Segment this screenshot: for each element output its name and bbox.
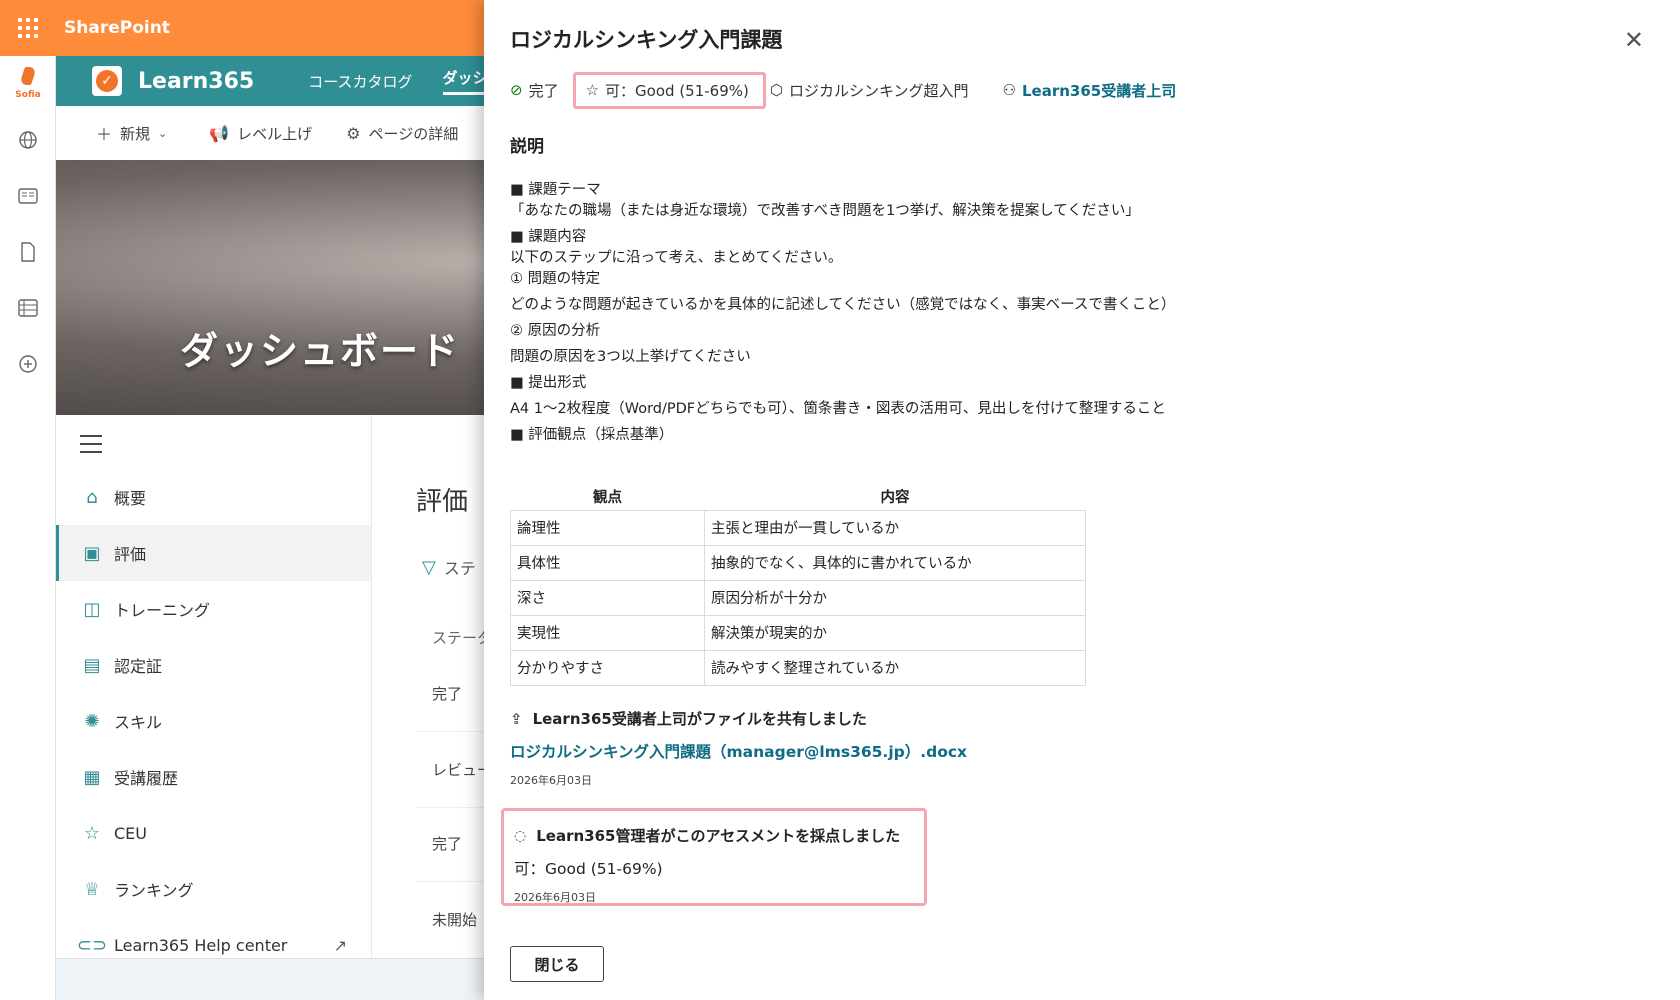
nav-item-training[interactable]: ◫ トレーニング [56, 581, 371, 637]
row-status: 未開始 [432, 911, 478, 929]
share-date: 2026年6月03日 [510, 774, 592, 787]
globe-icon [19, 131, 37, 149]
assessment-meta: ⊘ 完了 ☆ 可：Good (51-69%) ⬡ ロジカルシンキング超入門 ⚇ … [510, 70, 1196, 110]
shared-file-link[interactable]: ロジカルシンキング入門課題（manager@lms365.jp）.docx [510, 740, 967, 762]
rail-sites-button[interactable] [0, 112, 56, 168]
add-circle-icon [19, 355, 37, 373]
file-icon [21, 242, 35, 262]
assessment-detail-panel: ロジカルシンキング入門課題 ✕ ⊘ 完了 ☆ 可：Good (51-69%) ⬡… [484, 0, 1680, 1000]
page-details-button[interactable]: ⚙ ページの詳細 [346, 123, 458, 144]
left-navigation: ⌂ 概要 ▣ 評価 ◫ トレーニング ▤ 認定証 ✺ スキル ▦ 受講履歴 ☆ CEU ♕ ラン… [56, 415, 372, 1000]
nav-item-assessment[interactable]: ▣ 評価 [56, 525, 371, 581]
hamburger-menu-icon[interactable] [80, 435, 102, 459]
link-icon: ⊂⊃ [76, 934, 108, 956]
graded-grade: 可：Good (51-69%) [514, 860, 663, 878]
main-title: 評価 [416, 487, 469, 517]
sharepoint-title[interactable]: SharePoint [64, 18, 170, 38]
sofia-app-button[interactable]: Sofia [0, 56, 56, 112]
nav-item-skills[interactable]: ✺ スキル [56, 693, 371, 749]
nav-item-certificates[interactable]: ▤ 認定証 [56, 637, 371, 693]
graded-activity-box: ◌ Learn365管理者がこのアセスメントを採点しました 可：Good (51… [501, 808, 927, 906]
row-status: レビュー [432, 761, 493, 779]
external-link-icon: ↗ [333, 935, 347, 955]
filter-icon: ▽ [422, 556, 436, 578]
description-heading: 説明 [510, 137, 544, 157]
star-list-icon: ☆ [83, 822, 101, 844]
check-circle-icon: ⊘ [510, 81, 523, 99]
criteria-table: 観点 内容 論理性 主張と理由が一貫しているか 具体性 抽象的でなく、具体的に書かれ… [510, 484, 1086, 686]
row-status: 完了 [432, 835, 463, 853]
rail-create-button[interactable] [0, 336, 56, 392]
history-document-icon: ▦ [83, 766, 101, 788]
table-header: 観点 [593, 490, 622, 507]
close-icon[interactable]: ✕ [1624, 26, 1644, 54]
close-button[interactable]: 閉じる [510, 946, 604, 982]
footer-strip [56, 958, 484, 1000]
share-icon: ⇪ [510, 709, 523, 728]
assessment-icon: ▣ [83, 542, 101, 564]
grade-badge: ☆ 可：Good (51-69%) [572, 71, 766, 109]
news-icon [18, 188, 38, 204]
nav-item-ceu[interactable]: ☆ CEU [56, 805, 371, 861]
panel-title: ロジカルシンキング入門課題 [510, 28, 783, 52]
level-up-button[interactable]: 📢 レベル上げ [209, 123, 312, 144]
table-header: 内容 [880, 490, 910, 507]
table-row: 論理性 主張と理由が一貫しているか [510, 509, 1086, 546]
status-filter[interactable]: ▽ ステ [422, 555, 476, 579]
manager-link[interactable]: ⚇ Learn365受講者上司 [1003, 80, 1177, 101]
rail-lists-button[interactable] [0, 280, 56, 336]
nav-item-history[interactable]: ▦ 受講履歴 [56, 749, 371, 805]
app-launcher-button[interactable] [0, 0, 56, 56]
home-icon: ⌂ [86, 486, 98, 508]
graded-activity-title: ◌ Learn365管理者がこのアセスメントを採点しました [514, 827, 901, 845]
app-rail: Sofia [0, 56, 56, 1000]
rail-news-button[interactable] [0, 168, 56, 224]
nav-item-ranking[interactable]: ♕ ランキング [56, 861, 371, 917]
hero-title: ダッシュボード [180, 329, 461, 373]
table-row: 具体性 抽象的でなく、具体的に書かれているか [510, 544, 1086, 581]
book-icon: ◫ [83, 598, 101, 620]
table-row: 分かりやすさ 読みやすく整理されているか [510, 649, 1086, 686]
file-share-activity: ⇪ Learn365受講者上司がファイルを共有しました [510, 709, 867, 729]
table-row: 深さ 原因分析が十分か [510, 579, 1086, 616]
check-logo-icon: ✓ [96, 70, 118, 92]
chevron-down-icon: ⌄ [158, 126, 168, 140]
learn365-logo[interactable]: ✓ [92, 66, 122, 96]
graduation-cap-icon: ⬡ [769, 81, 783, 99]
status-badge: ⊘ 完了 [510, 81, 559, 100]
plus-icon: ＋ [96, 125, 113, 144]
comment-icon: ◌ [514, 827, 527, 844]
waffle-icon [18, 18, 38, 38]
new-button[interactable]: ＋新規 ⌄ [96, 121, 175, 145]
rail-files-button[interactable] [0, 224, 56, 280]
nav-item-overview[interactable]: ⌂ 概要 [56, 469, 371, 525]
table-row: 実現性 解決策が現実的か [510, 614, 1086, 651]
person-icon: ⚇ [1002, 81, 1016, 99]
skill-badge-icon: ✺ [84, 710, 100, 732]
row-status: 完了 [432, 685, 463, 703]
list-icon [18, 299, 38, 317]
megaphone-icon: 📢 [209, 123, 230, 143]
hub-title[interactable]: Learn365 [138, 69, 254, 94]
course-label: ⬡ ロジカルシンキング超入門 [769, 81, 969, 100]
hub-link-course-catalog[interactable]: コースカタログ [308, 71, 412, 92]
description-body: ■ 課題テーマ 「あなたの職場（または身近な環境）で改善すべき問題を1つ挙げ、解… [510, 182, 1176, 443]
star-icon: ☆ [585, 81, 600, 99]
certificate-icon: ▤ [83, 654, 101, 676]
trophy-icon: ♕ [83, 878, 101, 900]
status-column-header[interactable]: ステータ [432, 627, 492, 648]
gear-icon: ⚙ [346, 123, 361, 143]
graded-date: 2026年6月03日 [514, 891, 596, 904]
sofia-logo-icon: Sofia [13, 67, 43, 101]
